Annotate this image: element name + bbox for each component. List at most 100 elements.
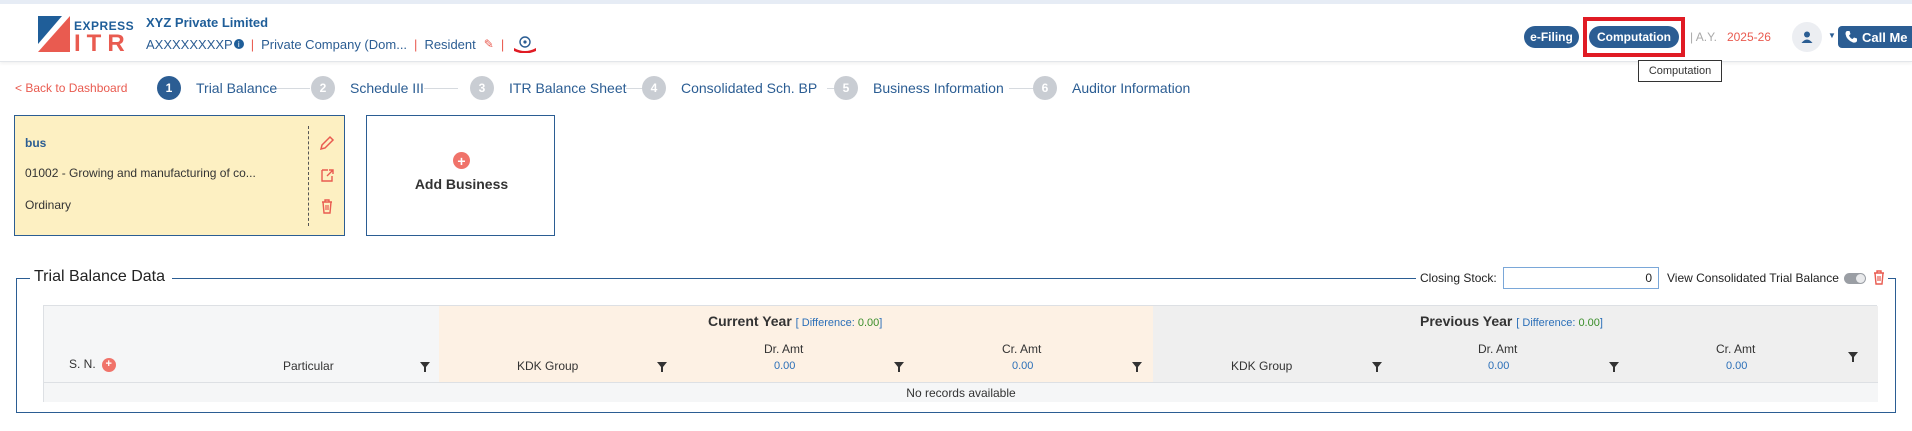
py-kdk-group-header: KDK Group (1231, 359, 1293, 373)
step-number: 2 (311, 76, 335, 100)
step-connector (424, 88, 458, 89)
edit-pencil-icon[interactable] (319, 135, 335, 151)
express-itr-logo[interactable]: EXPRESS ITR (38, 16, 134, 57)
logo-text-itr: ITR (74, 30, 131, 57)
business-name: bus (25, 136, 47, 150)
step-label: Consolidated Sch. BP (681, 80, 818, 96)
trial-balance-grid: Current Year [ Difference: 0.00] Previou… (43, 305, 1878, 402)
residency-status: Resident (424, 36, 476, 52)
py-dr-amt-total: 0.00 (1488, 360, 1510, 372)
step-label: Trial Balance (196, 80, 278, 96)
user-icon (1801, 31, 1813, 43)
meta-separator: | (250, 36, 255, 52)
app-header: EXPRESS ITR XYZ Private Limited AXXXXXXX… (0, 4, 1912, 62)
step-connector (1009, 88, 1034, 89)
delete-trash-icon[interactable] (319, 198, 335, 214)
company-type: Private Company (Dom... (261, 36, 408, 52)
current-year-label: Current Year (708, 313, 792, 329)
current-year-difference: [ Difference: 0.00] (796, 317, 883, 329)
py-dr-amt-filter-icon[interactable] (1609, 362, 1619, 372)
step-business-information[interactable]: 5 Business Information (834, 76, 1004, 100)
particular-header: Particular (283, 359, 334, 373)
step-number: 1 (157, 76, 181, 100)
current-year-title: Current Year [ Difference: 0.00] (708, 313, 882, 329)
sn-label: S. N. (69, 357, 96, 371)
cy-cr-amt-total: 0.00 (1012, 360, 1034, 372)
py-kdk-group-filter-icon[interactable] (1372, 362, 1382, 372)
step-consolidated-sch-bp[interactable]: 4 Consolidated Sch. BP (642, 76, 817, 100)
difference-label: [ Difference: (1516, 317, 1576, 329)
cy-cr-amt-header: Cr. Amt (1002, 342, 1042, 356)
step-label: Business Information (873, 80, 1004, 96)
trial-balance-title: Trial Balance Data (32, 268, 168, 286)
company-meta: AXXXXXXXXP i | Private Company (Dom... | … (146, 35, 539, 53)
step-number: 3 (470, 76, 494, 100)
closing-stock-input[interactable] (1503, 267, 1659, 289)
export-file-icon[interactable] (319, 167, 335, 183)
assessment-year[interactable]: | A.Y. 2025-26 (1690, 30, 1771, 44)
pan-info-icon[interactable]: i (233, 39, 244, 49)
difference-close: ] (879, 317, 883, 329)
user-avatar[interactable] (1792, 22, 1822, 52)
particular-filter-icon[interactable] (420, 362, 430, 372)
section-border-top (16, 278, 30, 279)
delete-trial-balance-trash-icon[interactable] (1872, 269, 1886, 285)
cy-cr-amt-filter-icon[interactable] (1132, 362, 1142, 372)
stepper-nav: < Back to Dashboard 1 Trial Balance 2 Sc… (0, 76, 1912, 100)
efiling-button[interactable]: e-Filing (1524, 26, 1579, 48)
phone-icon (1845, 31, 1857, 43)
no-records-row: No records available (44, 382, 1878, 402)
ay-label: A.Y. (1695, 30, 1717, 44)
step-trial-balance[interactable]: 1 Trial Balance (157, 76, 277, 100)
closing-stock-label: Closing Stock: (1420, 271, 1497, 285)
section-border-top (1888, 278, 1896, 279)
add-row-plus-icon[interactable]: + (101, 357, 116, 372)
py-dr-amt-header: Dr. Amt (1478, 342, 1518, 356)
logo-mark-icon (38, 16, 70, 52)
add-plus-icon: + (453, 152, 470, 169)
step-number: 4 (642, 76, 666, 100)
ay-value: 2025-26 (1726, 30, 1771, 44)
py-cr-amt-header: Cr. Amt (1716, 342, 1756, 356)
difference-close: ] (1599, 317, 1603, 329)
previous-year-label: Previous Year (1420, 313, 1513, 329)
business-card[interactable]: bus 01002 - Growing and manufacturing of… (14, 115, 345, 236)
company-name: XYZ Private Limited (146, 15, 269, 30)
step-label: Auditor Information (1072, 80, 1191, 96)
difference-label: [ Difference: (795, 317, 855, 329)
govt-emblem-icon (514, 36, 537, 53)
step-connector (626, 88, 643, 89)
business-type: Ordinary (25, 198, 72, 212)
view-consolidated-label: View Consolidated Trial Balance (1667, 271, 1839, 285)
step-label: ITR Balance Sheet (509, 80, 627, 96)
user-menu-caret-icon[interactable]: ▼ (1828, 31, 1836, 40)
step-number: 6 (1033, 76, 1057, 100)
cy-dr-amt-filter-icon[interactable] (894, 362, 904, 372)
cy-dr-amt-total: 0.00 (774, 360, 796, 372)
add-business-label: Add Business (414, 176, 509, 192)
step-itr-balance-sheet[interactable]: 3 ITR Balance Sheet (470, 76, 627, 100)
py-cr-amt-total: 0.00 (1726, 360, 1748, 372)
add-business-card[interactable]: + Add Business (366, 115, 555, 236)
sn-header: S. N. + (69, 357, 116, 372)
step-connector (276, 88, 310, 89)
difference-value: 0.00 (857, 317, 880, 329)
view-consolidated-toggle[interactable] (1844, 273, 1866, 284)
step-number: 5 (834, 76, 858, 100)
section-border-top (172, 278, 1416, 279)
call-me-label: Call Me (1862, 29, 1908, 45)
step-schedule-iii[interactable]: 2 Schedule III (311, 76, 424, 100)
difference-value: 0.00 (1578, 317, 1600, 329)
business-code: 01002 - Growing and manufacturing of co.… (25, 166, 256, 180)
computation-highlight-box (1583, 17, 1685, 57)
call-me-button[interactable]: Call Me (1838, 26, 1912, 48)
back-to-dashboard-link[interactable]: < Back to Dashboard (15, 81, 127, 95)
previous-year-difference: [ Difference: 0.00] (1516, 317, 1603, 329)
py-cr-amt-filter-icon[interactable] (1848, 352, 1858, 362)
meta-separator: | (500, 36, 505, 52)
cy-kdk-group-header: KDK Group (517, 359, 579, 373)
cy-kdk-group-filter-icon[interactable] (657, 362, 667, 372)
edit-profile-pencil-icon[interactable]: ✎ (484, 37, 494, 51)
step-auditor-information[interactable]: 6 Auditor Information (1033, 76, 1190, 100)
cy-dr-amt-header: Dr. Amt (764, 342, 804, 356)
